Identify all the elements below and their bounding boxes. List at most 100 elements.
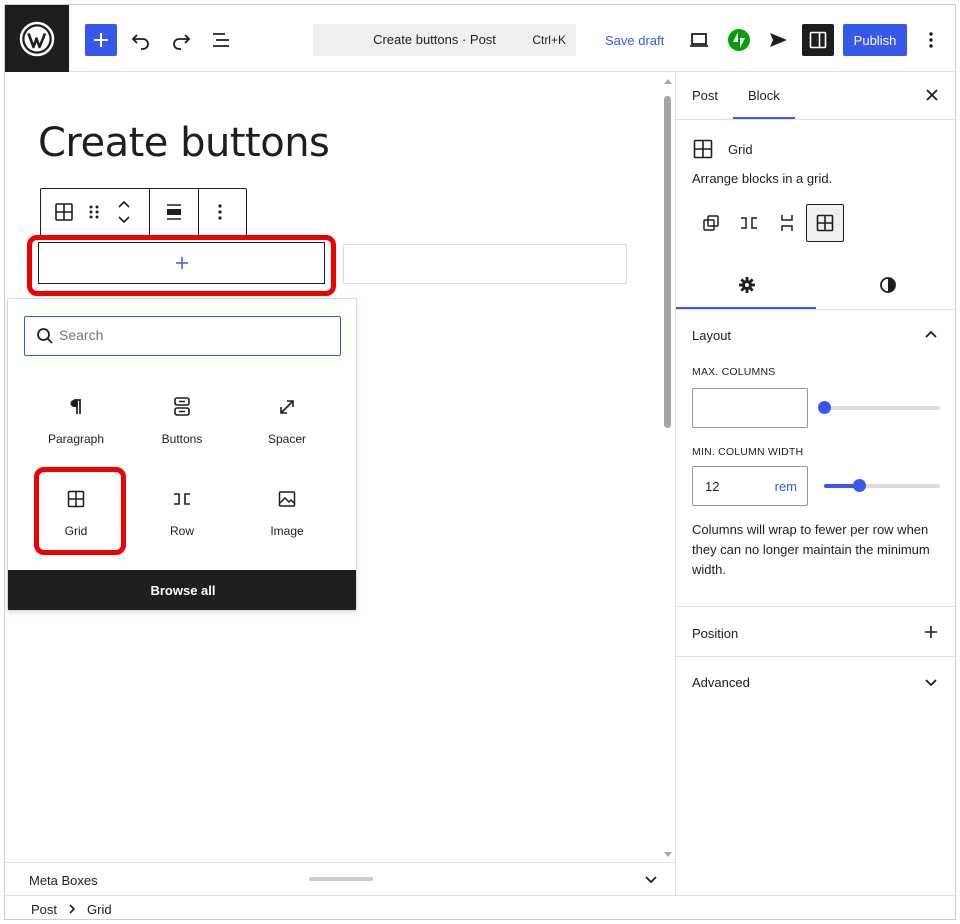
editor-scrollbar[interactable] bbox=[661, 72, 675, 862]
block-options-button[interactable] bbox=[217, 189, 223, 235]
stack-icon bbox=[781, 215, 793, 231]
block-item-paragraph[interactable]: Paragraph bbox=[26, 387, 126, 459]
chevron-down-icon[interactable] bbox=[643, 871, 659, 887]
more-vertical-icon bbox=[218, 204, 222, 220]
publish-button[interactable]: Publish bbox=[843, 24, 907, 56]
image-icon bbox=[277, 487, 297, 511]
wordpress-logo-icon[interactable] bbox=[5, 5, 69, 72]
active-tab-indicator bbox=[676, 307, 816, 309]
tab-block[interactable]: Block bbox=[748, 88, 780, 103]
scroll-down-arrow-icon[interactable] bbox=[661, 850, 675, 860]
app-window: Create buttons · Post Ctrl+K Save draft … bbox=[4, 4, 956, 920]
chevron-up-icon[interactable] bbox=[924, 328, 938, 342]
styles-icon bbox=[879, 277, 896, 293]
resize-handle[interactable] bbox=[309, 877, 373, 881]
gear-icon bbox=[738, 277, 755, 293]
move-up-down-button[interactable] bbox=[115, 189, 133, 235]
block-item-image[interactable]: Image bbox=[237, 479, 337, 551]
align-button[interactable] bbox=[163, 189, 185, 235]
meta-boxes-panel[interactable]: Meta Boxes bbox=[5, 862, 675, 895]
block-item-label: Spacer bbox=[267, 432, 307, 446]
scroll-up-arrow-icon[interactable] bbox=[661, 76, 675, 86]
variation-row-button[interactable] bbox=[730, 204, 768, 242]
drag-handle-icon bbox=[89, 205, 99, 219]
block-item-label: Paragraph bbox=[47, 432, 105, 446]
block-card: Grid Arrange blocks in a grid. bbox=[676, 120, 955, 260]
redo-button[interactable] bbox=[165, 24, 197, 56]
unit-select[interactable]: rem bbox=[775, 479, 797, 494]
options-button[interactable] bbox=[915, 24, 947, 56]
variation-group-button[interactable] bbox=[692, 204, 730, 242]
send-button[interactable] bbox=[762, 24, 794, 56]
buttons-icon bbox=[172, 395, 192, 419]
slider-thumb[interactable] bbox=[818, 401, 831, 414]
panel-divider bbox=[676, 656, 955, 657]
block-item-buttons[interactable]: Buttons bbox=[132, 387, 232, 459]
document-overview-button[interactable] bbox=[205, 24, 237, 56]
max-columns-label: MAX. COLUMNS bbox=[692, 366, 776, 378]
chevron-up-down-icon bbox=[118, 200, 130, 224]
editor-header: Create buttons · Post Ctrl+K Save draft … bbox=[5, 5, 955, 72]
preview-button[interactable] bbox=[683, 24, 715, 56]
chevron-right-icon bbox=[69, 904, 76, 914]
browse-all-button[interactable]: Browse all bbox=[8, 570, 356, 610]
tab-styles[interactable] bbox=[817, 260, 955, 310]
command-palette-bar[interactable]: Create buttons · Post Ctrl+K bbox=[313, 24, 576, 56]
layout-panel-title[interactable]: Layout bbox=[692, 328, 731, 343]
breadcrumb-item-post[interactable]: Post bbox=[31, 902, 57, 917]
sidebar-tabs: Post Block bbox=[676, 72, 955, 120]
block-type-button[interactable] bbox=[53, 189, 75, 235]
plus-icon[interactable] bbox=[924, 625, 938, 639]
max-columns-field[interactable] bbox=[692, 388, 808, 428]
post-title[interactable]: Create buttons bbox=[38, 120, 330, 166]
paragraph-icon bbox=[66, 395, 86, 419]
settings-toggle[interactable] bbox=[802, 24, 834, 56]
undo-button[interactable] bbox=[125, 24, 157, 56]
grid-icon bbox=[55, 203, 73, 221]
more-vertical-icon bbox=[929, 32, 933, 48]
spacer-icon bbox=[277, 395, 297, 419]
jetpack-icon bbox=[728, 29, 750, 51]
toolbar-divider bbox=[149, 189, 150, 235]
block-item-row[interactable]: Row bbox=[132, 479, 232, 551]
row-icon bbox=[171, 487, 193, 511]
grid-icon bbox=[693, 139, 713, 159]
block-card-title: Grid bbox=[728, 142, 753, 157]
drag-handle[interactable] bbox=[87, 189, 101, 235]
search-field[interactable] bbox=[24, 316, 341, 356]
search-icon bbox=[37, 328, 53, 344]
block-inserter-toggle[interactable] bbox=[85, 24, 117, 56]
breadcrumb-item-grid[interactable]: Grid bbox=[87, 902, 112, 917]
slider-thumb[interactable] bbox=[852, 479, 866, 492]
min-column-width-field[interactable]: 12 rem bbox=[692, 466, 808, 506]
help-text: Columns will wrap to fewer per row when … bbox=[692, 522, 930, 577]
block-toolbar bbox=[40, 188, 247, 236]
highlight-annotation bbox=[34, 467, 126, 555]
chevron-down-icon[interactable] bbox=[924, 675, 938, 689]
grid-empty-cell[interactable] bbox=[343, 244, 627, 284]
settings-sidebar: Post Block Grid Arrange blocks in a grid… bbox=[675, 72, 955, 895]
sidebar-toggle-icon bbox=[809, 31, 827, 49]
advanced-panel-title[interactable]: Advanced bbox=[692, 675, 750, 690]
min-column-width-slider[interactable] bbox=[824, 479, 940, 492]
variation-grid-button[interactable] bbox=[806, 204, 844, 242]
highlight-annotation bbox=[27, 235, 336, 296]
save-draft-button[interactable]: Save draft bbox=[605, 33, 664, 48]
tab-post[interactable]: Post bbox=[692, 88, 718, 103]
close-icon[interactable] bbox=[924, 87, 940, 103]
group-icon bbox=[703, 215, 719, 231]
max-columns-slider[interactable] bbox=[818, 401, 940, 414]
scroll-thumb[interactable] bbox=[664, 96, 671, 428]
row-icon bbox=[741, 217, 757, 229]
editor-canvas: Create buttons Search Paragraph Buttons … bbox=[5, 72, 675, 862]
search-input[interactable] bbox=[59, 327, 319, 343]
min-column-width-value: 12 bbox=[705, 479, 720, 494]
variation-stack-button[interactable] bbox=[768, 204, 806, 242]
toolbar-divider bbox=[198, 189, 199, 235]
tab-settings[interactable] bbox=[676, 260, 817, 310]
jetpack-button[interactable] bbox=[723, 24, 755, 56]
block-item-spacer[interactable]: Spacer bbox=[237, 387, 337, 459]
min-column-width-label: MIN. COLUMN WIDTH bbox=[692, 446, 804, 458]
position-panel-title[interactable]: Position bbox=[692, 626, 738, 641]
block-item-label: Buttons bbox=[161, 432, 203, 446]
